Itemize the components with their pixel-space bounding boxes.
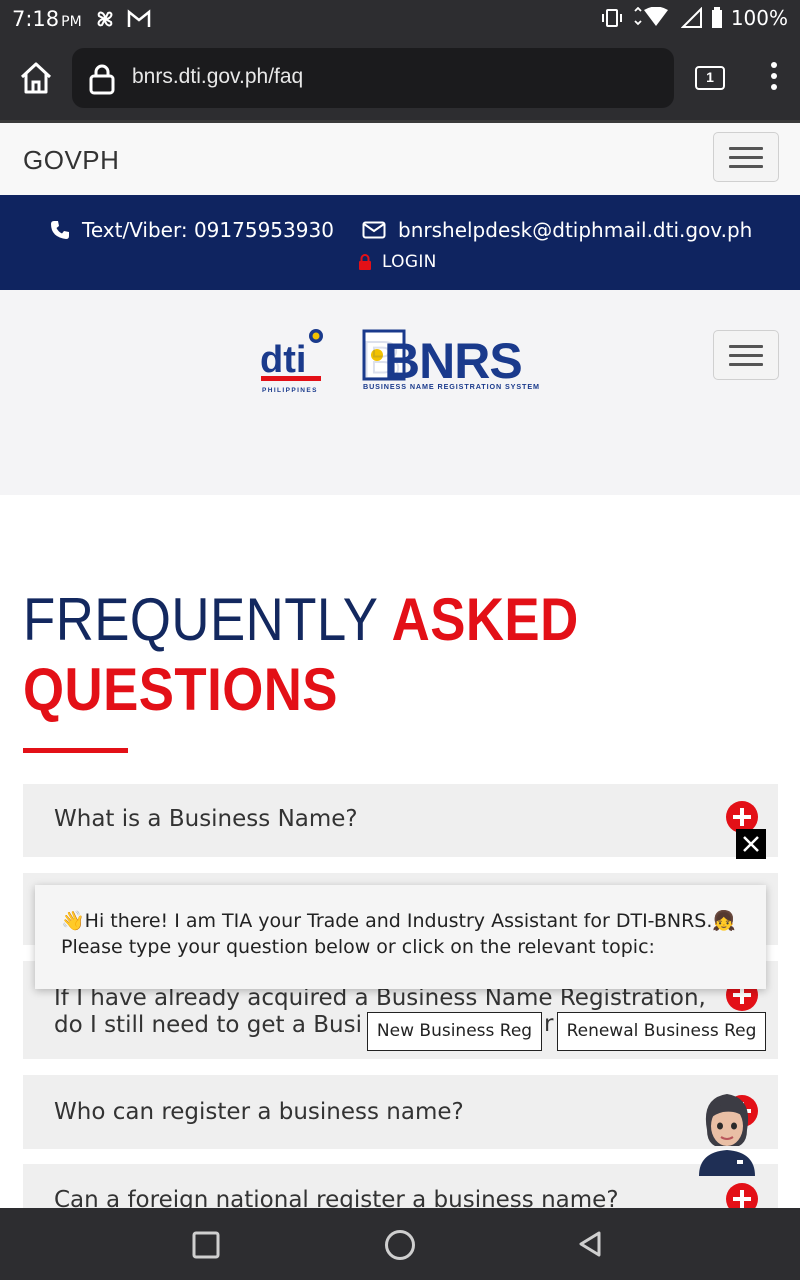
clock-time: 7:18: [12, 7, 60, 31]
girl-emoji: 👧: [712, 910, 737, 932]
dti-logo-subtext: PHILIPPINES: [262, 387, 318, 394]
bnrs-logo-subtext: BUSINESS NAME REGISTRATION SYSTEM: [363, 382, 540, 391]
title-word-frequently: FREQUENTLY: [23, 586, 379, 653]
contact-phone[interactable]: Text/Viber: 09175953930: [50, 218, 334, 242]
clock-ampm: PM: [61, 14, 82, 30]
gmail-icon: [127, 9, 151, 27]
chatbot-avatar-icon[interactable]: [693, 1090, 761, 1176]
recent-apps-icon[interactable]: [192, 1231, 220, 1259]
clock: 7:18 PM: [12, 7, 82, 31]
title-word-asked: ASKED: [391, 586, 579, 653]
notification-icons: [92, 6, 152, 32]
govph-brand-link[interactable]: GOVPH: [23, 145, 119, 176]
chat-close-button[interactable]: [736, 829, 766, 859]
back-icon[interactable]: [577, 1230, 603, 1258]
site-header: dti PHILIPPINES B BNRS BUSINESS NAME REG…: [0, 290, 800, 495]
chat-option-new-business-reg[interactable]: New Business Reg: [367, 1012, 542, 1051]
faq-question: What is a Business Name?: [54, 806, 358, 832]
contact-bar: Text/Viber: 09175953930 bnrshelpdesk@dti…: [0, 195, 800, 290]
dti-logo-text: dti: [260, 339, 306, 381]
browser-menu-icon[interactable]: [764, 62, 784, 96]
lock-icon: [89, 64, 115, 95]
close-icon: [743, 836, 759, 852]
address-bar[interactable]: bnrs.dti.gov.ph/faq: [72, 48, 674, 108]
tab-switcher-button[interactable]: 1: [695, 66, 725, 90]
system-icons: 100%: [601, 6, 788, 30]
faq-item-what-is-business-name[interactable]: What is a Business Name?: [23, 784, 778, 857]
title-underline: [23, 748, 128, 753]
wifi-icon: [634, 7, 668, 26]
greeting-line-2: Please type your question below or click…: [61, 936, 655, 958]
login-label: LOGIN: [382, 252, 437, 272]
chatbot-greeting: 👋Hi there! I am TIA your Trade and Indus…: [35, 885, 766, 989]
faq-question: Who can register a business name?: [54, 1099, 464, 1125]
faq-item-foreign-national[interactable]: Can a foreign national register a busine…: [23, 1164, 778, 1208]
status-bar: 7:18 PM 100%: [0, 0, 800, 38]
chat-option-renewal-business-reg[interactable]: Renewal Business Reg: [557, 1012, 766, 1051]
android-navigation-bar: [0, 1208, 800, 1280]
vibrate-icon: [601, 9, 622, 27]
faq-question: Can a foreign national register a busine…: [54, 1187, 619, 1208]
home-circle-icon[interactable]: [384, 1229, 416, 1261]
faq-item-who-can-register[interactable]: Who can register a business name?: [23, 1075, 778, 1149]
phone-text: Text/Viber: 09175953930: [82, 218, 334, 242]
greeting-line-1: 👋Hi there! I am TIA your Trade and Indus…: [61, 910, 737, 932]
signal-icon: [680, 7, 702, 28]
contact-email[interactable]: bnrshelpdesk@dtiphmail.dti.gov.ph: [362, 218, 752, 242]
bnrs-logo[interactable]: B BNRS BUSINESS NAME REGISTRATION SYSTEM: [362, 328, 548, 392]
page-title: FREQUENTLY ASKED QUESTIONS: [23, 585, 692, 725]
url-text[interactable]: bnrs.dti.gov.ph/faq: [132, 65, 303, 89]
dti-logo[interactable]: dti PHILIPPINES: [258, 326, 328, 396]
title-word-questions: QUESTIONS: [23, 656, 338, 723]
battery-percent: 100%: [730, 6, 788, 30]
faq-question-tail: r: [544, 1011, 554, 1037]
login-link[interactable]: LOGIN: [358, 252, 437, 272]
govph-topbar: GOVPH: [0, 120, 800, 195]
battery-icon: [711, 7, 722, 28]
home-icon[interactable]: [16, 58, 56, 98]
govph-menu-toggle[interactable]: [713, 132, 779, 182]
email-text: bnrshelpdesk@dtiphmail.dti.gov.ph: [398, 218, 753, 242]
expand-plus-icon[interactable]: [726, 1183, 758, 1208]
padlock-icon: [359, 254, 371, 270]
main-menu-toggle[interactable]: [713, 330, 779, 380]
envelope-icon: [362, 221, 386, 239]
phone-icon: [51, 221, 69, 239]
browser-toolbar: bnrs.dti.gov.ph/faq 1: [0, 38, 800, 120]
pinwheel-icon: [97, 11, 113, 27]
wave-emoji: 👋: [61, 910, 85, 932]
